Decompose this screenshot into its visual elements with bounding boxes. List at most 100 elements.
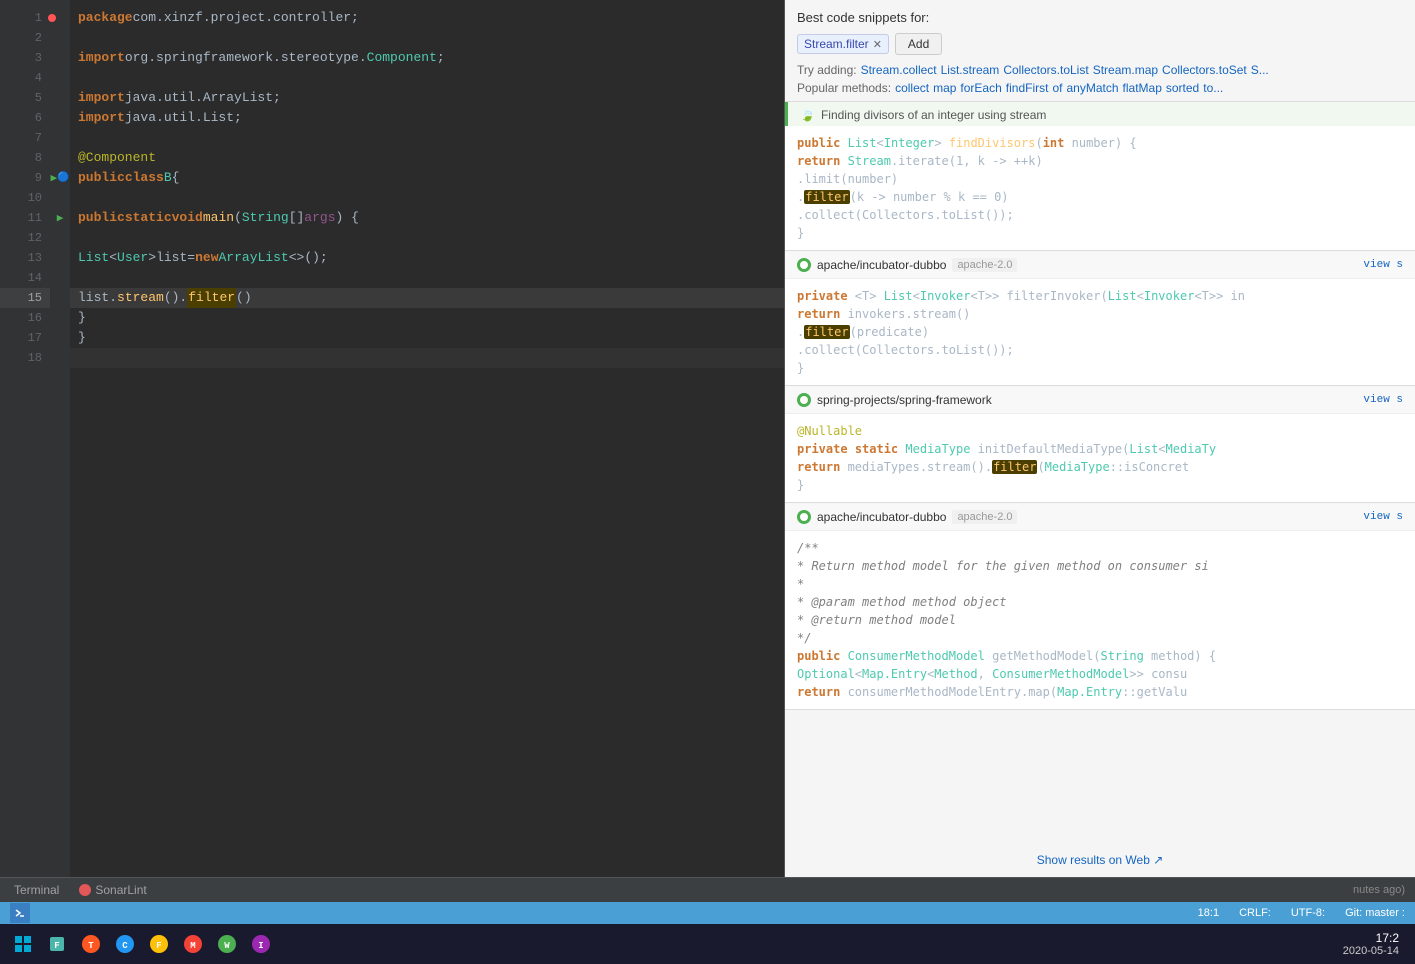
snippet-code-s4: /** * Return method model for the given …: [785, 531, 1415, 709]
svg-text:F: F: [54, 941, 59, 951]
tag-close-icon[interactable]: ✕: [873, 38, 882, 51]
line-number-9: 9: [0, 168, 50, 188]
code-line-3: import org.springframework.stereotype.Co…: [70, 48, 784, 68]
svg-text:F: F: [156, 941, 161, 951]
repo-name[interactable]: apache/incubator-dubbo: [817, 258, 946, 272]
search-tag-label: Stream.filter: [804, 37, 869, 51]
search-bar: Stream.filter ✕ Add: [797, 33, 1403, 55]
repo-name[interactable]: spring-projects/spring-framework: [817, 393, 992, 407]
snippet-code-s3: @Nullable private static MediaType initD…: [785, 414, 1415, 502]
try-stream-collect[interactable]: Stream.collect: [861, 63, 937, 77]
pop-findfirst[interactable]: findFirst: [1006, 81, 1049, 95]
line-number-17: 17: [0, 328, 50, 348]
gutter-item-2: [50, 28, 70, 48]
bottom-bar: Terminal SonarLint nutes ago): [0, 877, 1415, 902]
snippet-code-line: .filter(k -> number % k == 0): [797, 188, 1403, 206]
pop-collect[interactable]: collect: [895, 81, 929, 95]
show-results-link[interactable]: Show results on Web ↗: [1037, 853, 1164, 867]
status-line-col: 18:1: [1198, 907, 1219, 919]
line-number-6: 6: [0, 108, 50, 128]
pop-anymatch[interactable]: anyMatch: [1066, 81, 1118, 95]
taskbar-icon-1[interactable]: [8, 929, 38, 959]
line-number-11: 11: [0, 208, 50, 228]
pop-sorted[interactable]: sorted: [1166, 81, 1199, 95]
code-line-14: [70, 268, 784, 288]
code-line-13: List<User> list = new ArrayList<>();: [70, 248, 784, 268]
gutter-item-4: [50, 68, 70, 88]
pop-flatmap[interactable]: flatMap: [1123, 81, 1162, 95]
view-link[interactable]: view s: [1363, 511, 1403, 523]
try-more[interactable]: S...: [1251, 63, 1269, 77]
panel-header: Best code snippets for: Stream.filter ✕ …: [785, 0, 1415, 102]
code-line-9: public class B {: [70, 168, 784, 188]
taskbar-icon-3[interactable]: T: [76, 929, 106, 959]
code-line-4: [70, 68, 784, 88]
line-number-15: 15: [0, 288, 50, 308]
pop-foreach[interactable]: forEach: [960, 81, 1001, 95]
run-icon[interactable]: ▶: [57, 211, 64, 225]
snippet-code-line: }: [797, 476, 1403, 494]
code-content: 123456789101112131415161718 ▶🔵▶ package …: [0, 0, 784, 877]
code-editor: 123456789101112131415161718 ▶🔵▶ package …: [0, 0, 785, 877]
line-number-4: 4: [0, 68, 50, 88]
sonar-icon: [79, 884, 91, 896]
snippet-code-line: private static MediaType initDefaultMedi…: [797, 440, 1403, 458]
snippet-code-line: .collect(Collectors.toList());: [797, 341, 1403, 359]
snippet-code-line: public List<Integer> findDivisors(int nu…: [797, 134, 1403, 152]
show-results-footer: Show results on Web ↗: [785, 843, 1415, 877]
snippet-code-line: * Return method model for the given meth…: [797, 557, 1403, 575]
pop-to[interactable]: to...: [1203, 81, 1223, 95]
repo-license: apache-2.0: [952, 510, 1017, 524]
snippet-code-s1: public List<Integer> findDivisors(int nu…: [785, 126, 1415, 250]
line-number-1: 1: [0, 8, 50, 28]
pop-map[interactable]: map: [933, 81, 956, 95]
search-tag[interactable]: Stream.filter ✕: [797, 34, 889, 54]
svg-text:T: T: [88, 941, 94, 951]
gutter-item-11: ▶: [50, 208, 70, 228]
pop-of[interactable]: of: [1052, 81, 1062, 95]
code-line-15: list.stream().filter(): [70, 288, 784, 308]
snippet-code-line: Optional<Map.Entry<Method, ConsumerMetho…: [797, 665, 1403, 683]
terminal-tab[interactable]: Terminal: [10, 883, 63, 897]
snippet-title-text: Finding divisors of an integer using str…: [821, 108, 1046, 122]
snippet-code-line: * @param method method object: [797, 593, 1403, 611]
add-button[interactable]: Add: [895, 33, 942, 55]
taskbar-icon-5[interactable]: F: [144, 929, 174, 959]
snippet-code-line: public ConsumerMethodModel getMethodMode…: [797, 647, 1403, 665]
view-link[interactable]: view s: [1363, 394, 1403, 406]
snippet-code-line: .filter(predicate): [797, 323, 1403, 341]
taskbar: F T C F M W I 17:2 2020-05-14: [0, 924, 1415, 964]
results-container[interactable]: 🍃Finding divisors of an integer using st…: [785, 102, 1415, 843]
main-area: 123456789101112131415161718 ▶🔵▶ package …: [0, 0, 1415, 877]
status-crlf: CRLF:: [1239, 907, 1271, 919]
try-collectors-toset[interactable]: Collectors.toSet: [1162, 63, 1247, 77]
snippet-code-s2: private <T> List<Invoker<T>> filterInvok…: [785, 279, 1415, 385]
svg-text:I: I: [258, 941, 263, 951]
code-line-8: @Component: [70, 148, 784, 168]
gutter-item-8: [50, 148, 70, 168]
run-icon[interactable]: ▶: [50, 171, 57, 185]
code-line-17: }: [70, 328, 784, 348]
taskbar-icon-7[interactable]: W: [212, 929, 242, 959]
try-stream-map[interactable]: Stream.map: [1093, 63, 1158, 77]
repo-name[interactable]: apache/incubator-dubbo: [817, 510, 946, 524]
try-list-stream[interactable]: List.stream: [941, 63, 1000, 77]
view-link[interactable]: view s: [1363, 259, 1403, 271]
terminal-label: Terminal: [14, 883, 59, 897]
line-numbers: 123456789101112131415161718: [0, 0, 50, 877]
svg-text:W: W: [224, 941, 230, 951]
sonarlint-tab[interactable]: SonarLint: [75, 883, 150, 897]
code-lines: package com.xinzf.project.controller; im…: [70, 0, 784, 877]
status-terminal-icon[interactable]: [10, 903, 30, 923]
taskbar-icon-4[interactable]: C: [110, 929, 140, 959]
gutter-item-17: [50, 328, 70, 348]
code-line-11: public static void main(String[] args) {: [70, 208, 784, 228]
taskbar-icon-2[interactable]: F: [42, 929, 72, 959]
snippet-code-line: */: [797, 629, 1403, 647]
snippet-code-line: *: [797, 575, 1403, 593]
taskbar-icon-6[interactable]: M: [178, 929, 208, 959]
code-line-1: package com.xinzf.project.controller;: [70, 8, 784, 28]
try-collectors-tolist[interactable]: Collectors.toList: [1003, 63, 1088, 77]
taskbar-icon-8[interactable]: I: [246, 929, 276, 959]
snippet-code-line: return invokers.stream(): [797, 305, 1403, 323]
